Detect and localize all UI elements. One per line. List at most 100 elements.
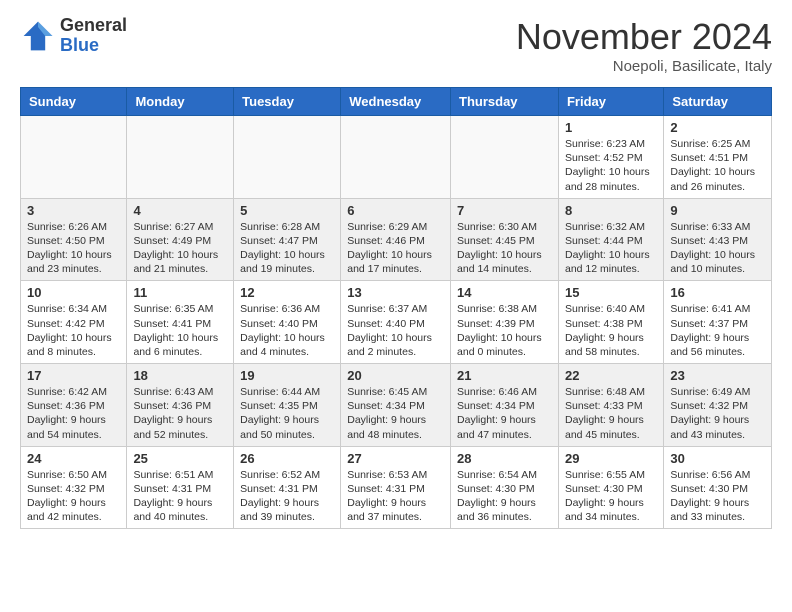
calendar-row-0: 1 Sunrise: 6:23 AM Sunset: 4:52 PM Daylig… (21, 116, 772, 199)
calendar-cell: 29 Sunrise: 6:55 AM Sunset: 4:30 PM Dayli… (558, 446, 663, 529)
calendar-table: SundayMondayTuesdayWednesdayThursdayFrid… (20, 87, 772, 529)
calendar-cell: 18Sunrise: 6:43 AM Sunset: 4:36 PM Dayli… (127, 364, 234, 447)
calendar-cell: 6 Sunrise: 6:29 AM Sunset: 4:46 PM Daylig… (341, 198, 451, 281)
day-info: Sunrise: 6:33 AM Sunset: 4:43 PM Dayligh… (670, 220, 765, 277)
day-number: 4 (133, 203, 227, 218)
calendar-cell: 14 Sunrise: 6:38 AM Sunset: 4:39 PM Dayli… (451, 281, 559, 364)
day-number: 13 (347, 285, 444, 300)
day-info: Sunrise: 6:52 AM Sunset: 4:31 PM Dayligh… (240, 468, 334, 525)
day-info: Sunrise: 6:36 AM Sunset: 4:40 PM Dayligh… (240, 302, 334, 359)
calendar-row-1: 3Sunrise: 6:26 AM Sunset: 4:50 PM Daylig… (21, 198, 772, 281)
calendar-cell: 8 Sunrise: 6:32 AM Sunset: 4:44 PM Daylig… (558, 198, 663, 281)
calendar-cell: 15 Sunrise: 6:40 AM Sunset: 4:38 PM Dayli… (558, 281, 663, 364)
month-title: November 2024 (516, 16, 772, 58)
day-number: 7 (457, 203, 552, 218)
calendar-cell: 20 Sunrise: 6:45 AM Sunset: 4:34 PM Dayli… (341, 364, 451, 447)
logo: General Blue (20, 16, 127, 56)
day-number: 5 (240, 203, 334, 218)
day-number: 17 (27, 368, 120, 383)
day-number: 18 (133, 368, 227, 383)
day-number: 9 (670, 203, 765, 218)
calendar-cell (234, 116, 341, 199)
day-number: 28 (457, 451, 552, 466)
location: Noepoli, Basilicate, Italy (516, 58, 772, 75)
day-info: Sunrise: 6:48 AM Sunset: 4:33 PM Dayligh… (565, 385, 657, 442)
calendar-cell (127, 116, 234, 199)
calendar-row-3: 17Sunrise: 6:42 AM Sunset: 4:36 PM Dayli… (21, 364, 772, 447)
day-info: Sunrise: 6:40 AM Sunset: 4:38 PM Dayligh… (565, 302, 657, 359)
day-info: Sunrise: 6:50 AM Sunset: 4:32 PM Dayligh… (27, 468, 120, 525)
logo-blue-text: Blue (60, 36, 127, 56)
day-info: Sunrise: 6:32 AM Sunset: 4:44 PM Dayligh… (565, 220, 657, 277)
day-number: 2 (670, 120, 765, 135)
day-number: 15 (565, 285, 657, 300)
day-number: 21 (457, 368, 552, 383)
header-row: SundayMondayTuesdayWednesdayThursdayFrid… (21, 88, 772, 116)
day-number: 27 (347, 451, 444, 466)
day-info: Sunrise: 6:56 AM Sunset: 4:30 PM Dayligh… (670, 468, 765, 525)
calendar-cell: 2Sunrise: 6:25 AM Sunset: 4:51 PM Daylig… (664, 116, 772, 199)
day-number: 14 (457, 285, 552, 300)
calendar-cell: 26 Sunrise: 6:52 AM Sunset: 4:31 PM Dayli… (234, 446, 341, 529)
day-number: 29 (565, 451, 657, 466)
calendar-cell: 11Sunrise: 6:35 AM Sunset: 4:41 PM Dayli… (127, 281, 234, 364)
day-info: Sunrise: 6:26 AM Sunset: 4:50 PM Dayligh… (27, 220, 120, 277)
day-info: Sunrise: 6:29 AM Sunset: 4:46 PM Dayligh… (347, 220, 444, 277)
day-info: Sunrise: 6:34 AM Sunset: 4:42 PM Dayligh… (27, 302, 120, 359)
calendar-cell: 23 Sunrise: 6:49 AM Sunset: 4:32 PM Dayli… (664, 364, 772, 447)
calendar-cell: 17Sunrise: 6:42 AM Sunset: 4:36 PM Dayli… (21, 364, 127, 447)
calendar-cell: 25Sunrise: 6:51 AM Sunset: 4:31 PM Dayli… (127, 446, 234, 529)
calendar-cell: 24 Sunrise: 6:50 AM Sunset: 4:32 PM Dayli… (21, 446, 127, 529)
day-number: 20 (347, 368, 444, 383)
calendar-cell: 12 Sunrise: 6:36 AM Sunset: 4:40 PM Dayli… (234, 281, 341, 364)
day-number: 25 (133, 451, 227, 466)
day-number: 24 (27, 451, 120, 466)
weekday-header-wednesday: Wednesday (341, 88, 451, 116)
day-number: 30 (670, 451, 765, 466)
day-number: 19 (240, 368, 334, 383)
logo-general-text: General (60, 16, 127, 36)
day-number: 1 (565, 120, 657, 135)
day-info: Sunrise: 6:49 AM Sunset: 4:32 PM Dayligh… (670, 385, 765, 442)
calendar-cell: 9 Sunrise: 6:33 AM Sunset: 4:43 PM Daylig… (664, 198, 772, 281)
day-number: 10 (27, 285, 120, 300)
day-info: Sunrise: 6:35 AM Sunset: 4:41 PM Dayligh… (133, 302, 227, 359)
page: General Blue November 2024 Noepoli, Basi… (0, 0, 792, 549)
day-info: Sunrise: 6:54 AM Sunset: 4:30 PM Dayligh… (457, 468, 552, 525)
calendar-cell: 22 Sunrise: 6:48 AM Sunset: 4:33 PM Dayli… (558, 364, 663, 447)
day-number: 23 (670, 368, 765, 383)
calendar-cell: 1 Sunrise: 6:23 AM Sunset: 4:52 PM Daylig… (558, 116, 663, 199)
calendar-row-4: 24 Sunrise: 6:50 AM Sunset: 4:32 PM Dayli… (21, 446, 772, 529)
day-info: Sunrise: 6:44 AM Sunset: 4:35 PM Dayligh… (240, 385, 334, 442)
day-number: 8 (565, 203, 657, 218)
logo-icon (20, 18, 56, 54)
weekday-header-sunday: Sunday (21, 88, 127, 116)
day-info: Sunrise: 6:27 AM Sunset: 4:49 PM Dayligh… (133, 220, 227, 277)
calendar-cell: 16 Sunrise: 6:41 AM Sunset: 4:37 PM Dayli… (664, 281, 772, 364)
weekday-header-thursday: Thursday (451, 88, 559, 116)
day-info: Sunrise: 6:38 AM Sunset: 4:39 PM Dayligh… (457, 302, 552, 359)
calendar-cell: 7Sunrise: 6:30 AM Sunset: 4:45 PM Daylig… (451, 198, 559, 281)
day-info: Sunrise: 6:28 AM Sunset: 4:47 PM Dayligh… (240, 220, 334, 277)
calendar-cell: 3Sunrise: 6:26 AM Sunset: 4:50 PM Daylig… (21, 198, 127, 281)
calendar-cell: 19 Sunrise: 6:44 AM Sunset: 4:35 PM Dayli… (234, 364, 341, 447)
day-number: 6 (347, 203, 444, 218)
calendar-row-2: 10 Sunrise: 6:34 AM Sunset: 4:42 PM Dayli… (21, 281, 772, 364)
day-info: Sunrise: 6:23 AM Sunset: 4:52 PM Dayligh… (565, 137, 657, 194)
calendar-cell: 28 Sunrise: 6:54 AM Sunset: 4:30 PM Dayli… (451, 446, 559, 529)
day-info: Sunrise: 6:45 AM Sunset: 4:34 PM Dayligh… (347, 385, 444, 442)
day-number: 16 (670, 285, 765, 300)
logo-text: General Blue (60, 16, 127, 56)
calendar-cell (21, 116, 127, 199)
title-block: November 2024 Noepoli, Basilicate, Italy (516, 16, 772, 75)
day-info: Sunrise: 6:55 AM Sunset: 4:30 PM Dayligh… (565, 468, 657, 525)
day-info: Sunrise: 6:53 AM Sunset: 4:31 PM Dayligh… (347, 468, 444, 525)
calendar-cell (451, 116, 559, 199)
day-number: 12 (240, 285, 334, 300)
day-number: 26 (240, 451, 334, 466)
calendar-cell: 21Sunrise: 6:46 AM Sunset: 4:34 PM Dayli… (451, 364, 559, 447)
day-number: 22 (565, 368, 657, 383)
calendar-cell (341, 116, 451, 199)
day-info: Sunrise: 6:41 AM Sunset: 4:37 PM Dayligh… (670, 302, 765, 359)
calendar-cell: 30 Sunrise: 6:56 AM Sunset: 4:30 PM Dayli… (664, 446, 772, 529)
